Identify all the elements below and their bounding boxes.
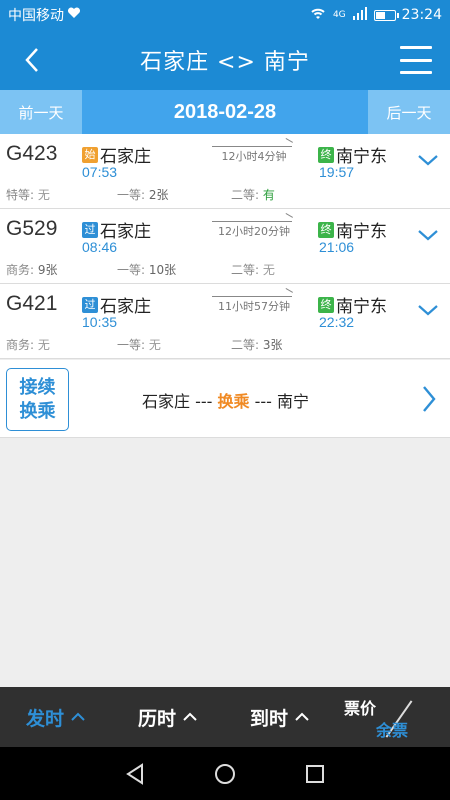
chevron-up-icon [71, 712, 85, 721]
end-tag: 终 [318, 221, 334, 238]
train-number: G423 [6, 142, 58, 165]
chevron-left-icon [25, 48, 38, 72]
chevron-up-icon [183, 712, 197, 721]
pass-tag: 过 [82, 221, 98, 238]
network-type: 4G [332, 10, 346, 20]
square-recents-icon [306, 764, 324, 783]
train-row[interactable]: G423 始 石家庄 07:53 12小时4分钟 终 南宁东 19:57 特等:… [0, 134, 450, 209]
start-tag: 始 [82, 146, 98, 163]
date-bar: 前一天 2018-02-28 后一天 [0, 90, 450, 134]
arrival-time: 22:32 [319, 314, 355, 330]
seat-first-class: 一等: 10张 [117, 263, 177, 277]
nav-recents-button[interactable] [300, 759, 330, 789]
chevron-right-icon [423, 386, 436, 412]
seat-business: 商务: 9张 [6, 263, 58, 277]
circle-home-icon [215, 763, 235, 784]
seat-second-class: 二等: 有 [231, 188, 275, 202]
seat-special: 特等: 无 [6, 188, 50, 202]
selected-date[interactable]: 2018-02-28 [82, 101, 368, 124]
remaining-label: 余票 [376, 721, 409, 740]
signal-icon [352, 6, 368, 24]
seat-business: 商务: 无 [6, 338, 50, 352]
arrow-right-icon [212, 146, 292, 147]
arrow-right-icon [212, 296, 292, 297]
sort-duration-button[interactable]: 历时 [112, 687, 224, 747]
end-tag: 终 [318, 146, 334, 163]
departure-time: 10:35 [82, 314, 118, 330]
transfer-route: 石家庄 --- 换乘 --- 南宁 [142, 392, 310, 411]
departure-time: 07:53 [82, 164, 118, 180]
status-bar: 中国移动 4G 23:24 [0, 0, 450, 30]
arrival-time: 21:06 [319, 239, 355, 255]
chevron-down-icon [418, 230, 438, 241]
train-row[interactable]: G529 过 石家庄 08:46 12小时20分钟 终 南宁东 21:06 商务… [0, 209, 450, 284]
seat-second-class: 二等: 无 [231, 263, 275, 277]
menu-button[interactable] [400, 46, 432, 74]
header: 石家庄 <> 南宁 [0, 30, 450, 90]
duration: 11小时57分钟 [218, 300, 290, 313]
prev-day-button[interactable]: 前一天 [0, 90, 82, 134]
chevron-up-icon [295, 712, 309, 721]
price-remaining-toggle[interactable]: 票价 余票 [336, 687, 450, 747]
chevron-down-icon [418, 155, 438, 166]
carrier: 中国移动 [8, 5, 81, 25]
page-title: 石家庄 <> 南宁 [140, 50, 310, 75]
transfer-go-button[interactable] [418, 384, 440, 414]
battery-icon [373, 9, 399, 21]
duration: 12小时20分钟 [218, 225, 290, 238]
navigation-bar [0, 747, 450, 800]
seat-first-class: 一等: 无 [117, 338, 161, 352]
nav-back-button[interactable] [120, 759, 150, 789]
arrow-right-icon [212, 221, 292, 222]
train-number: G529 [6, 217, 58, 240]
departure-time: 08:46 [82, 239, 118, 255]
end-tag: 终 [318, 296, 334, 313]
chevron-down-icon [418, 305, 438, 316]
transfer-badge: 接续 换乘 [6, 368, 69, 431]
arrival-time: 19:57 [319, 164, 355, 180]
triangle-back-icon [126, 762, 143, 785]
duration: 12小时4分钟 [221, 150, 287, 163]
expand-button[interactable] [416, 300, 440, 320]
expand-button[interactable] [416, 150, 440, 170]
price-label: 票价 [344, 699, 377, 718]
back-button[interactable] [16, 44, 48, 76]
transfer-row[interactable]: 接续 换乘 石家庄 --- 换乘 --- 南宁 [0, 360, 450, 438]
sort-arrive-button[interactable]: 到时 [224, 687, 336, 747]
carrier-name: 中国移动 [8, 8, 64, 24]
sort-depart-button[interactable]: 发时 [0, 687, 112, 747]
train-list: G423 始 石家庄 07:53 12小时4分钟 终 南宁东 19:57 特等:… [0, 134, 450, 359]
expand-button[interactable] [416, 225, 440, 245]
train-row[interactable]: G421 过 石家庄 10:35 11小时57分钟 终 南宁东 22:32 商务… [0, 284, 450, 359]
clock: 23:24 [401, 7, 442, 23]
wifi-icon [309, 6, 327, 24]
heart-icon [67, 7, 81, 23]
train-number: G421 [6, 292, 58, 315]
seat-second-class: 二等: 3张 [231, 338, 283, 352]
seat-first-class: 一等: 2张 [117, 188, 169, 202]
pass-tag: 过 [82, 296, 98, 313]
sort-bar: 发时 历时 到时 票价 余票 [0, 687, 450, 747]
next-day-button[interactable]: 后一天 [368, 90, 450, 134]
nav-home-button[interactable] [210, 759, 240, 789]
